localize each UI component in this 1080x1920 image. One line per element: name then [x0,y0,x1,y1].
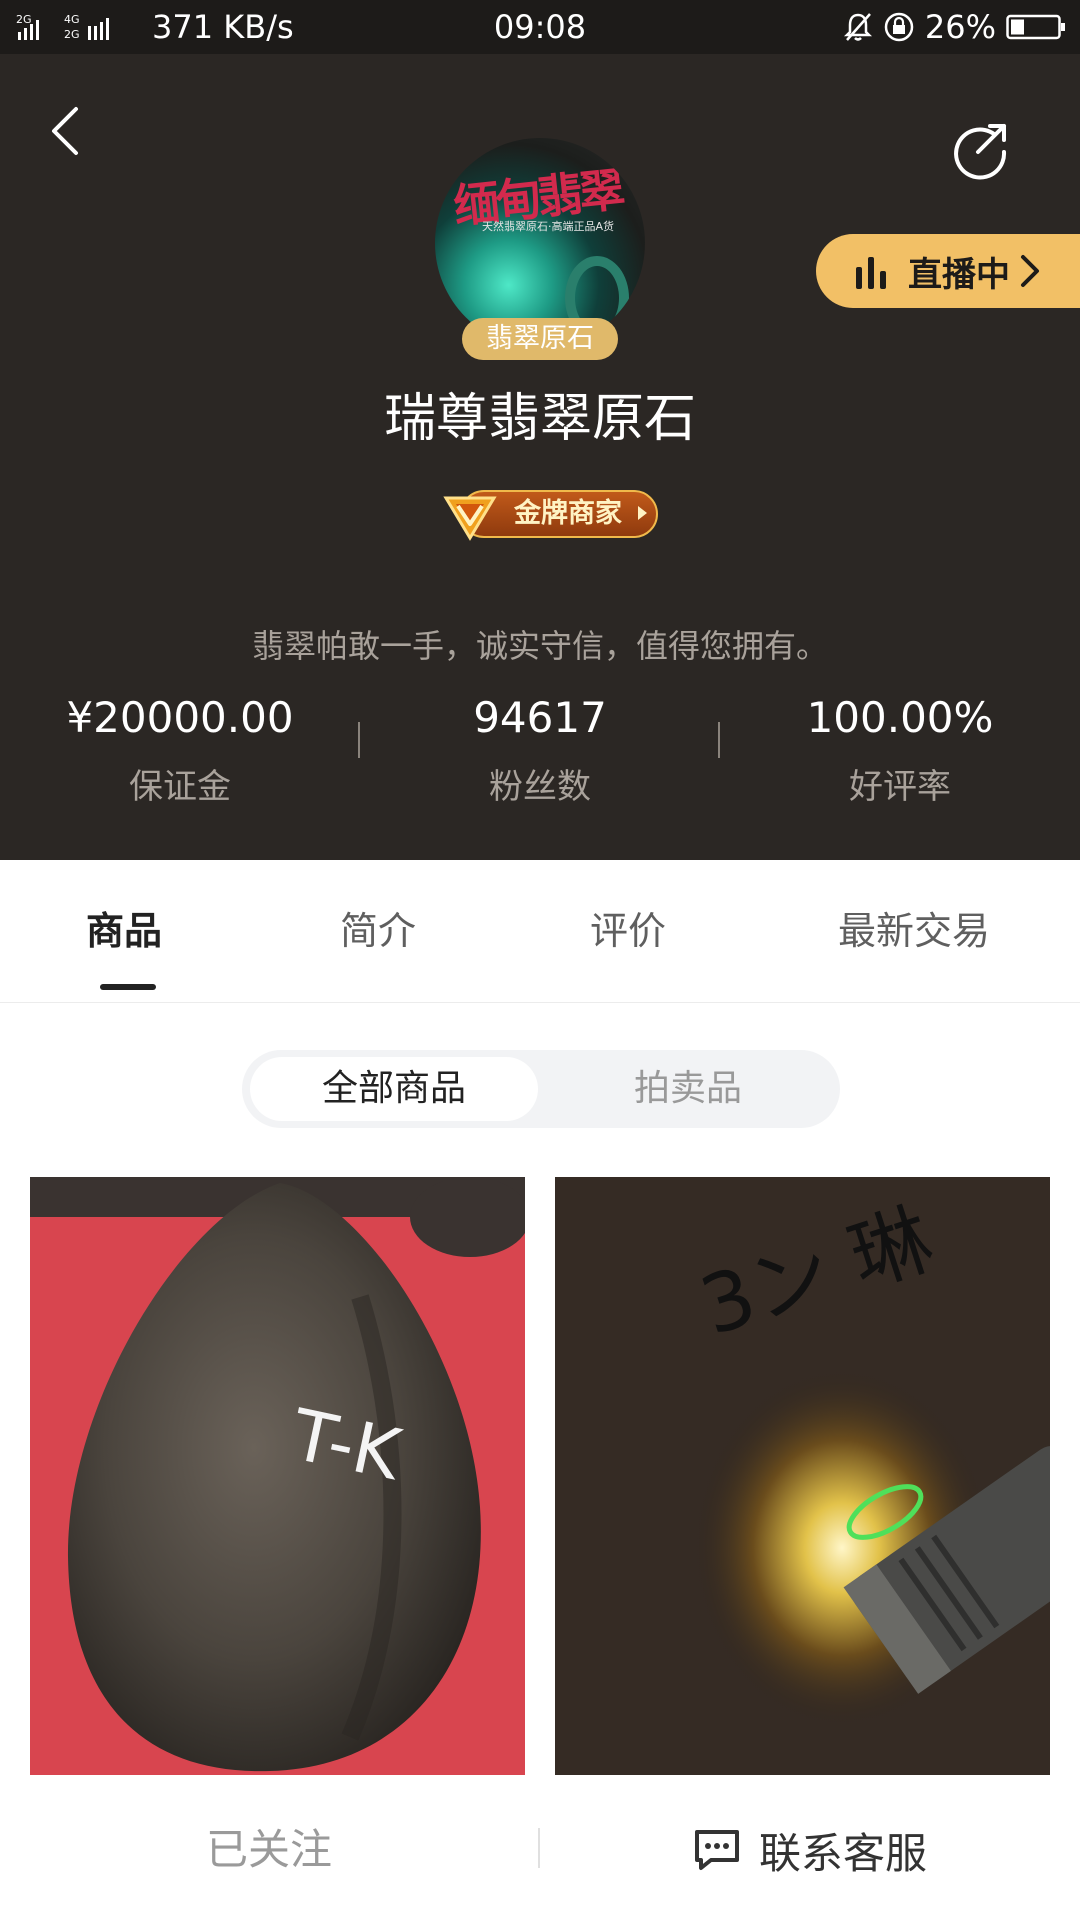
back-icon [52,107,78,155]
avatar-subtext: 天然翡翠原石·高端正品A货 [481,220,615,233]
contact-service-button[interactable]: 联系客服 [540,1780,1080,1920]
stat-value: ¥20000.00 [66,693,294,742]
stat-value: 100.00% [806,693,994,742]
share-icon[interactable] [950,120,1010,180]
status-bar: 2G 4G 2G 371 KB/s 09:08 26% [0,0,1080,54]
live-bars-icon [856,257,886,289]
segment-auction[interactable]: 拍卖品 [544,1057,832,1121]
stat-label: 保证金 [129,767,231,807]
stat-divider [358,722,360,758]
tab-products[interactable]: 商品 [86,906,162,956]
status-icons: 26% [843,8,1066,46]
stat-value: 94617 [473,693,607,742]
tab-reviews[interactable]: 评价 [590,906,666,956]
product-card[interactable]: T-K [30,1177,525,1775]
product-image-rough-stone: T-K [30,1177,525,1775]
shop-stats: ¥20000.00 保证金 94617 粉丝数 100.00% 好评率 [0,688,1080,818]
stat-label: 好评率 [849,767,951,807]
tab-latest-trades[interactable]: 最新交易 [838,906,990,956]
shop-slogan: 翡翠帕敢一手，诚实守信，值得您拥有。 [251,627,828,665]
shop-avatar[interactable]: 缅甸翡翠 天然翡翠原石·高端正品A货 [435,138,645,348]
gold-badge-label: 金牌商家 [514,498,622,529]
stat-fans[interactable]: 94617 粉丝数 [360,688,720,810]
stat-deposit[interactable]: ¥20000.00 保证金 [0,688,360,810]
tab-bar: 商品 简介 评价 最新交易 [0,860,1080,1003]
contact-service-label: 联系客服 [758,1828,927,1878]
stat-rating[interactable]: 100.00% 好评率 [720,688,1080,810]
product-filter-segmented: 全部商品 拍卖品 [242,1050,840,1128]
lock-rotation-icon [884,12,914,42]
tab-intro[interactable]: 简介 [340,906,416,956]
category-badge: 翡翠原石 [462,318,618,360]
stat-label: 粉丝数 [489,767,591,807]
stat-divider [718,722,720,758]
back-button[interactable] [40,96,90,166]
diamond-icon [443,496,497,541]
shop-name: 瑞尊翡翠原石 [383,389,696,449]
bottom-action-bar: 已关注 联系客服 [0,1780,1080,1920]
tab-active-indicator [100,984,156,990]
product-card[interactable]: 3ン 琳 [555,1177,1050,1775]
chat-icon [694,1830,739,1870]
battery-icon [1006,14,1065,40]
segment-all-products[interactable]: 全部商品 [250,1057,538,1121]
product-image-lit-stone: 3ン 琳 [555,1177,1050,1775]
follow-button[interactable]: 已关注 [0,1780,538,1920]
bell-mute-icon [843,13,872,41]
gold-badge-arrow-icon [638,506,647,520]
gold-merchant-badge[interactable]: 金牌商家 [440,484,660,544]
battery-percent: 26% [924,8,996,46]
chevron-right-icon [1021,255,1039,287]
live-label: 直播中 [908,254,1010,295]
live-button[interactable]: 直播中 [816,234,1080,308]
